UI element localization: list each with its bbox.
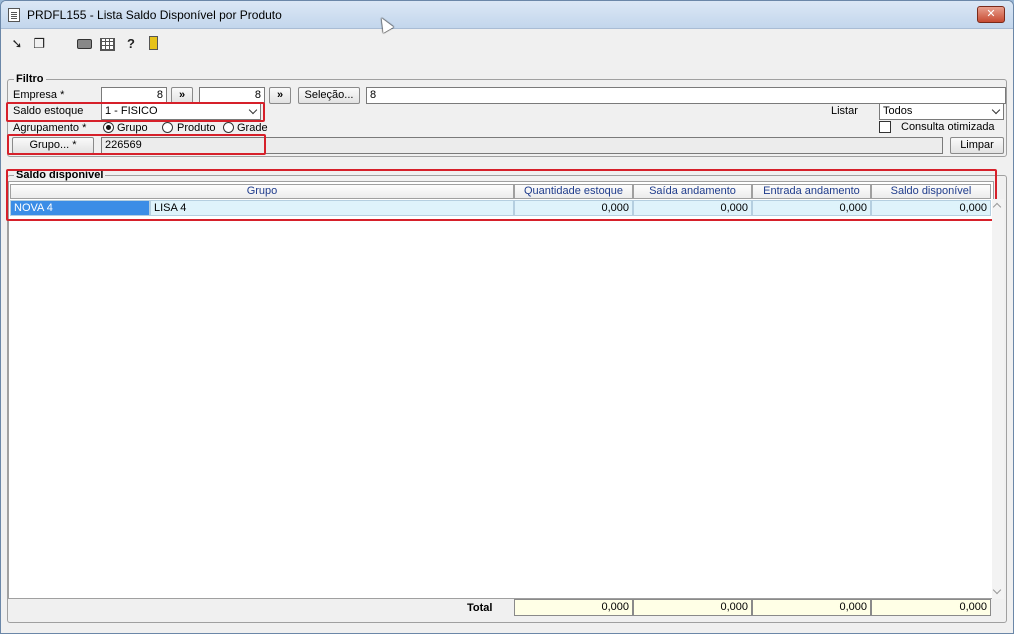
window-title: PRDFL155 - Lista Saldo Disponível por Pr…: [27, 8, 282, 22]
total-label: Total: [467, 602, 493, 614]
radio-grupo-label: Grupo: [117, 122, 148, 134]
close-button[interactable]: ✕: [977, 6, 1005, 23]
selecao-button[interactable]: Seleção...: [298, 87, 360, 104]
total-saida: 0,000: [633, 599, 752, 616]
title-bar[interactable]: PRDFL155 - Lista Saldo Disponível por Pr…: [1, 1, 1013, 29]
document-icon: [8, 8, 20, 22]
highlight-saldo-grid: [6, 169, 997, 221]
empresa-to-lookup-button[interactable]: »: [269, 87, 291, 104]
total-quantidade: 0,000: [514, 599, 633, 616]
listar-value: Todos: [883, 105, 913, 117]
agrupamento-label: Agrupamento *: [13, 122, 87, 134]
vertical-scrollbar[interactable]: [992, 199, 1004, 599]
exit-door-icon[interactable]: [149, 36, 158, 50]
arrow-icon[interactable]: ➘: [9, 36, 25, 52]
highlight-grupo: [7, 134, 266, 155]
radio-grupo[interactable]: [103, 122, 114, 133]
limpar-button[interactable]: Limpar: [950, 137, 1004, 154]
consulta-otimizada-label: Consulta otimizada: [901, 121, 995, 133]
copy-icon[interactable]: ❐: [31, 36, 47, 52]
highlight-saldo-estoque: [6, 102, 265, 122]
listar-label: Listar: [831, 105, 858, 117]
main-window: PRDFL155 - Lista Saldo Disponível por Pr…: [0, 0, 1014, 634]
listar-select[interactable]: Todos: [879, 103, 1004, 120]
total-entrada: 0,000: [752, 599, 871, 616]
empresa-label: Empresa *: [13, 89, 65, 101]
saldo-grid[interactable]: [8, 181, 994, 599]
filtro-legend: Filtro: [14, 73, 46, 85]
help-icon[interactable]: ?: [123, 36, 139, 52]
radio-produto-label: Produto: [177, 122, 216, 134]
toolbar: ➘ ❐ ?: [1, 30, 1013, 56]
calendar-grid-icon[interactable]: [100, 38, 115, 51]
selecao-input[interactable]: 8: [366, 87, 1006, 104]
radio-grade-label: Grade: [237, 122, 268, 134]
chevron-down-icon: [991, 105, 1001, 115]
consulta-otimizada-checkbox[interactable]: [879, 121, 891, 133]
print-icon[interactable]: [77, 39, 92, 49]
radio-grade[interactable]: [223, 122, 234, 133]
radio-produto[interactable]: [162, 122, 173, 133]
total-saldo: 0,000: [871, 599, 991, 616]
